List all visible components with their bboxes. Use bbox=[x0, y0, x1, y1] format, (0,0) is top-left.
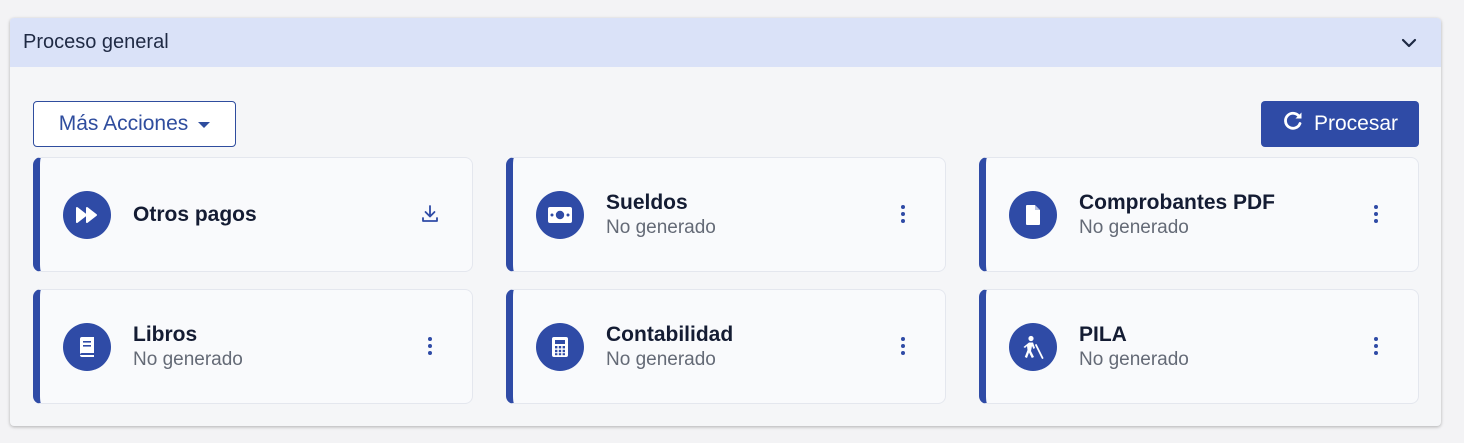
card-title: Libros bbox=[133, 322, 198, 346]
card-pila: PILA No generado bbox=[979, 289, 1419, 404]
proceso-general-panel: Proceso general Más Acciones Procesar Ot… bbox=[10, 18, 1441, 426]
card-title: PILA bbox=[1079, 322, 1127, 346]
card-sueldos: Sueldos No generado bbox=[506, 157, 946, 272]
card-contabilidad: Contabilidad No generado bbox=[506, 289, 946, 404]
process-button[interactable]: Procesar bbox=[1261, 101, 1419, 147]
caret-down-icon bbox=[198, 122, 211, 128]
panel-header[interactable]: Proceso general bbox=[10, 18, 1441, 67]
download-icon[interactable] bbox=[416, 200, 444, 228]
kebab-menu-icon[interactable] bbox=[1362, 200, 1390, 228]
chevron-down-icon[interactable] bbox=[1399, 33, 1419, 53]
kebab-menu-icon[interactable] bbox=[889, 332, 917, 360]
refresh-icon bbox=[1282, 110, 1304, 138]
kebab-menu-icon[interactable] bbox=[416, 332, 444, 360]
card-title: Sueldos bbox=[606, 190, 688, 214]
money-bill-icon bbox=[536, 191, 584, 239]
more-actions-label: Más Acciones bbox=[58, 112, 189, 135]
card-status: No generado bbox=[133, 348, 243, 370]
more-actions-button[interactable]: Más Acciones bbox=[33, 101, 236, 147]
card-status: No generado bbox=[1079, 216, 1189, 238]
panel-title: Proceso general bbox=[23, 31, 169, 53]
card-title: Otros pagos bbox=[133, 202, 257, 226]
card-status: No generado bbox=[606, 348, 716, 370]
card-title: Comprobantes PDF bbox=[1079, 190, 1276, 214]
card-libros: Libros No generado bbox=[33, 289, 473, 404]
kebab-menu-icon[interactable] bbox=[889, 200, 917, 228]
card-otros-pagos: Otros pagos bbox=[33, 157, 473, 272]
kebab-menu-icon[interactable] bbox=[1362, 332, 1390, 360]
card-status: No generado bbox=[1079, 348, 1189, 370]
card-comprobantes-pdf: Comprobantes PDF No generado bbox=[979, 157, 1419, 272]
file-icon bbox=[1009, 191, 1057, 239]
person-walking-icon bbox=[1009, 323, 1057, 371]
card-title: Contabilidad bbox=[606, 322, 734, 346]
card-status: No generado bbox=[606, 216, 716, 238]
fast-forward-icon bbox=[63, 191, 111, 239]
calculator-icon bbox=[536, 323, 584, 371]
process-label: Procesar bbox=[1313, 112, 1399, 135]
book-icon bbox=[63, 323, 111, 371]
